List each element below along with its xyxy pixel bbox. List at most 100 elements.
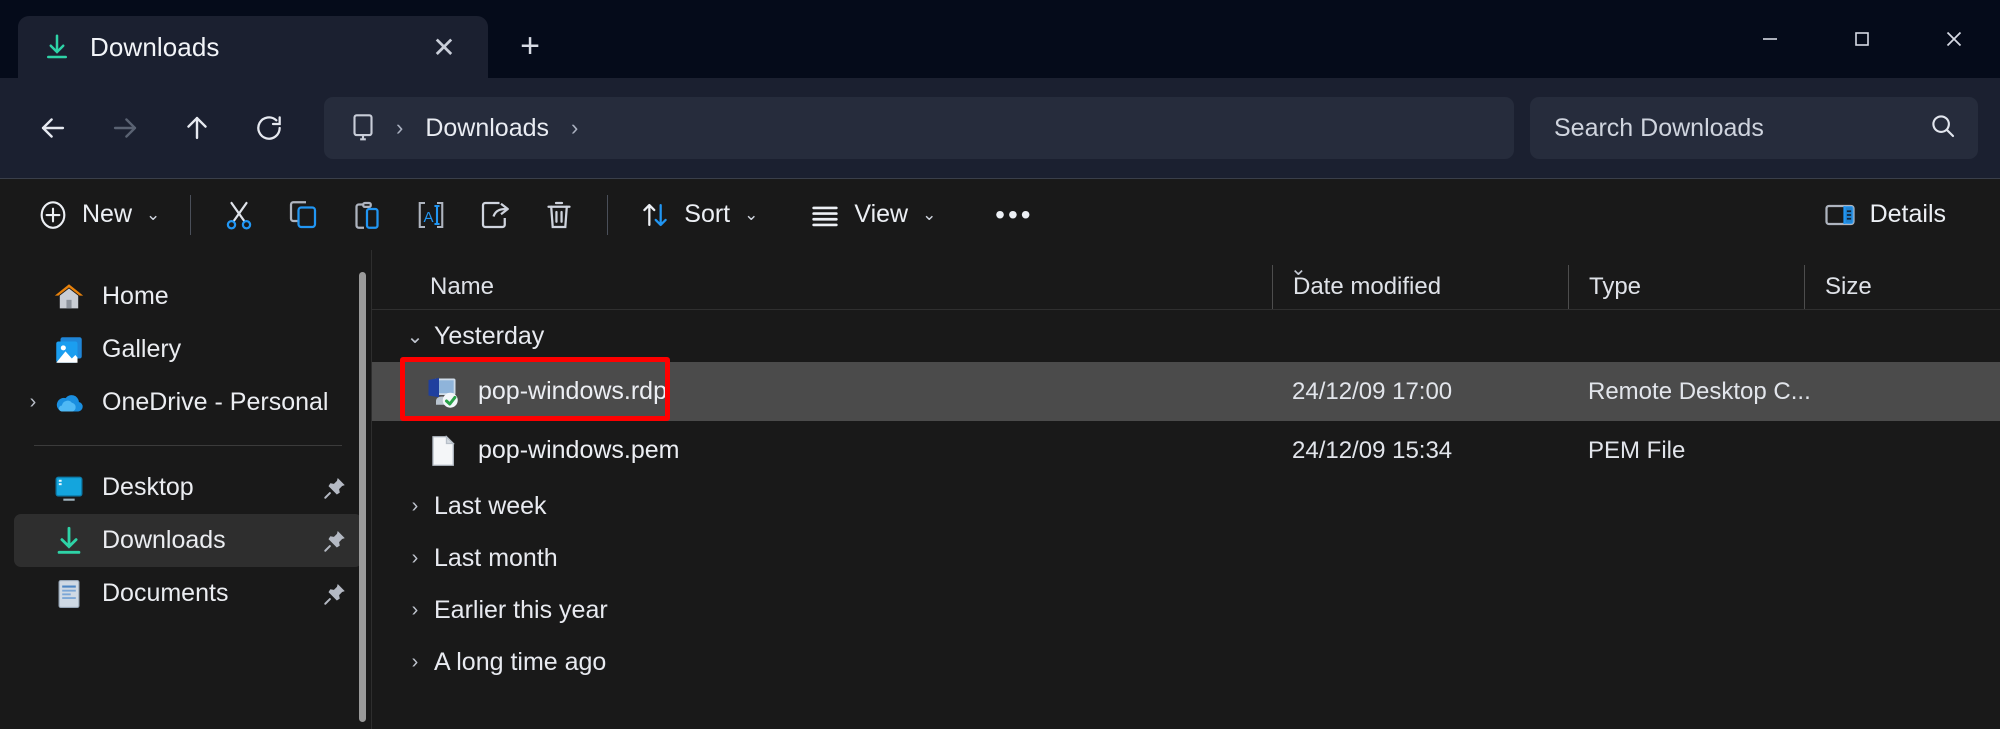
sidebar-item-label: Documents (102, 579, 229, 607)
sidebar-item-label: Home (102, 282, 169, 310)
column-label: Date modified (1293, 273, 1442, 300)
sidebar-item-gallery[interactable]: Gallery (14, 323, 362, 376)
chevron-down-icon: ⌄ (146, 204, 161, 224)
chevron-right-icon[interactable]: › (396, 651, 434, 674)
pin-icon[interactable] (322, 528, 348, 554)
up-button[interactable] (166, 97, 228, 159)
group-label: Last month (434, 543, 558, 572)
group-label: Earlier this year (434, 595, 608, 624)
onedrive-icon (52, 386, 86, 420)
group-label: Yesterday (434, 321, 545, 350)
forward-button[interactable] (94, 97, 156, 159)
chevron-right-icon[interactable]: › (396, 495, 434, 518)
download-icon (42, 32, 72, 62)
details-button-label: Details (1869, 200, 1946, 228)
back-button[interactable] (22, 97, 84, 159)
file-date-cell: 24/12/09 15:34 (1292, 436, 1453, 464)
sidebar-item-label: OneDrive - Personal (102, 388, 329, 416)
more-icon: ••• (995, 198, 1034, 230)
toolbar-divider-2 (607, 194, 609, 235)
column-label: Name (430, 273, 495, 300)
rdp-file-icon (424, 374, 460, 410)
chevron-down-icon[interactable]: ⌄ (396, 324, 434, 349)
chevron-right-icon[interactable]: › (396, 599, 434, 622)
toolbar-divider-1 (190, 194, 192, 235)
file-type-cell: Remote Desktop C... (1588, 377, 1811, 405)
sidebar-item-label: Gallery (102, 335, 182, 363)
refresh-button[interactable] (238, 97, 300, 159)
maximize-button[interactable] (1816, 0, 1908, 78)
details-pane-button[interactable]: Details (1808, 187, 1960, 243)
minimize-button[interactable] (1724, 0, 1816, 78)
generic-file-icon (424, 433, 460, 469)
column-label: Type (1589, 273, 1642, 300)
close-button[interactable] (1908, 0, 2000, 78)
tab-strip: Downloads ✕ + (0, 0, 558, 78)
new-tab-button[interactable]: + (502, 18, 558, 74)
file-date-cell: 24/12/09 17:00 (1292, 377, 1453, 405)
file-name-cell: pop-windows.rdp (372, 374, 1272, 410)
column-header-date-modified[interactable]: Date modified (1272, 265, 1568, 309)
share-button[interactable] (463, 187, 527, 243)
address-bar[interactable]: › Downloads › (324, 97, 1514, 159)
chevron-right-icon[interactable]: › (14, 391, 52, 414)
sidebar-item-documents[interactable]: Documents (14, 567, 362, 620)
new-button-label: New (82, 200, 133, 228)
file-name-cell: pop-windows.pem (372, 433, 1272, 469)
navigation-pane: Home Gallery › OneDrive - Personal Deskt… (0, 250, 372, 729)
column-header-name[interactable]: Name (372, 265, 1272, 309)
paste-button[interactable] (335, 187, 399, 243)
this-pc-icon (346, 111, 380, 145)
group-label: Last week (434, 491, 547, 520)
group-header-last-month[interactable]: › Last month (372, 532, 2000, 584)
cut-button[interactable] (207, 187, 271, 243)
desktop-icon (52, 471, 86, 505)
group-label: A long time ago (434, 647, 607, 676)
sidebar-item-home[interactable]: Home (14, 270, 362, 323)
search-icon[interactable] (1928, 111, 1958, 146)
column-header-size[interactable]: Size (1804, 265, 1924, 309)
explorer-body: Home Gallery › OneDrive - Personal Deskt… (0, 250, 2000, 729)
sidebar-item-downloads[interactable]: Downloads (14, 514, 362, 567)
gallery-icon (52, 333, 86, 367)
delete-button[interactable] (527, 187, 591, 243)
file-name: pop-windows.pem (478, 436, 680, 464)
group-header-earlier-this-year[interactable]: › Earlier this year (372, 584, 2000, 636)
group-header-a-long-time-ago[interactable]: › A long time ago (372, 636, 2000, 688)
file-name: pop-windows.rdp (478, 377, 667, 405)
view-button-label: View (854, 200, 909, 228)
tab-title: Downloads (90, 31, 220, 62)
search-box[interactable] (1530, 97, 1978, 159)
sidebar-scrollbar[interactable] (359, 272, 366, 722)
see-more-button[interactable]: ••• (978, 187, 1050, 243)
sort-button[interactable]: Sort ⌄ (624, 187, 772, 243)
tab-downloads[interactable]: Downloads ✕ (18, 16, 488, 78)
breadcrumb-downloads[interactable]: Downloads (413, 108, 561, 149)
navigation-bar: › Downloads › (0, 78, 2000, 178)
file-explorer-window: Downloads ✕ + › Downloads › Search Downl… (0, 0, 2000, 729)
title-bar: Downloads ✕ + (0, 0, 2000, 78)
breadcrumb-separator-2[interactable]: › (565, 115, 584, 141)
group-header-last-week[interactable]: › Last week (372, 480, 2000, 532)
chevron-down-icon: ⌄ (922, 204, 937, 224)
rename-button[interactable]: A (399, 187, 463, 243)
group-header-yesterday[interactable]: ⌄ Yesterday (372, 310, 2000, 362)
command-bar: New ⌄ A Sort ⌄ View ⌄ ••• Details (0, 178, 2000, 250)
sidebar-item-onedrive[interactable]: › OneDrive - Personal (14, 376, 362, 429)
pin-icon[interactable] (322, 475, 348, 501)
table-row[interactable]: pop-windows.rdp 24/12/09 17:00 Remote De… (372, 357, 2000, 421)
view-button[interactable]: View ⌄ (794, 187, 950, 243)
copy-button[interactable] (271, 187, 335, 243)
column-header-type[interactable]: Type (1568, 265, 1804, 309)
sort-indicator-icon: ⌄ (1290, 258, 1307, 280)
sidebar-item-desktop[interactable]: Desktop (14, 461, 362, 514)
breadcrumb-separator-1: › (396, 115, 404, 140)
column-label: Size (1825, 273, 1872, 300)
chevron-right-icon[interactable]: › (396, 547, 434, 570)
close-tab-icon[interactable]: ✕ (422, 25, 466, 69)
sort-button-label: Sort (684, 200, 731, 228)
new-button[interactable]: New ⌄ (22, 187, 174, 243)
pin-icon[interactable] (322, 581, 348, 607)
search-input[interactable] (1554, 113, 1928, 143)
table-row[interactable]: pop-windows.pem 24/12/09 15:34 PEM File (372, 421, 2000, 480)
